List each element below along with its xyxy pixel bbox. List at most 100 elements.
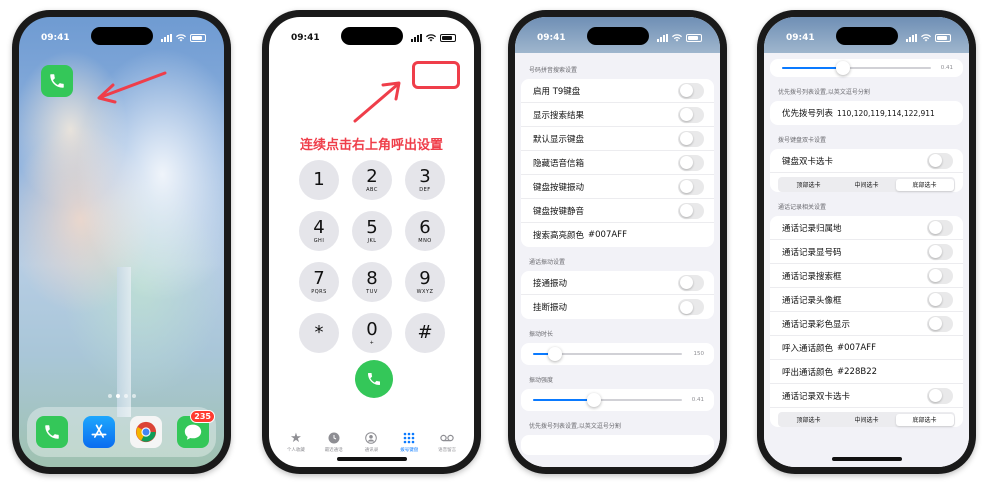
- toggle-switch[interactable]: [927, 243, 953, 260]
- key-letters: PQRS: [311, 288, 327, 295]
- toggle-switch[interactable]: [927, 219, 953, 236]
- section-title-dual-sim: 拨号键盘双卡设置: [778, 137, 827, 144]
- phone-app-icon[interactable]: [41, 65, 73, 97]
- key-digit: 4: [313, 216, 325, 238]
- setting-row-highlight-color[interactable]: 搜索高亮颜色 #007AFF: [521, 223, 714, 247]
- wifi-icon: [921, 34, 931, 42]
- setting-label: 接通振动: [533, 278, 568, 289]
- slider-fill: [533, 399, 595, 401]
- status-time: 09:41: [41, 33, 70, 43]
- toggle-switch[interactable]: [678, 178, 704, 195]
- keypad-key[interactable]: 3 DEF: [405, 160, 445, 200]
- tab-label: 通讯录: [364, 448, 379, 453]
- settings-screen-2: 09:41 0.41 优先拨号列表设置,以英文逗号分割 优先拨号列表 110,1…: [764, 17, 969, 467]
- setting-row-incoming-color[interactable]: 呼入通话颜色 #007AFF: [770, 336, 963, 360]
- setting-value: 110,120,119,114,122,911: [837, 108, 935, 118]
- toggle-switch[interactable]: [678, 130, 704, 147]
- key-digit: 3: [419, 165, 431, 187]
- phone-handset-icon: [50, 74, 64, 88]
- segment-bottom[interactable]: 底部选卡: [895, 178, 954, 191]
- tab-keypad[interactable]: 拨号键盘: [392, 431, 426, 453]
- tab-recents[interactable]: 最近通话: [317, 431, 351, 453]
- key-letters: MNO: [418, 237, 432, 244]
- intensity-slider[interactable]: [782, 61, 931, 75]
- key-digit: 9: [419, 267, 431, 289]
- tab-voicemail[interactable]: 语音留言: [430, 431, 464, 453]
- toggle-switch[interactable]: [927, 387, 953, 404]
- priority-list-field[interactable]: 优先拨号列表 110,120,119,114,122,911: [770, 101, 963, 125]
- section-title-vibration: 通话振动设置: [529, 259, 566, 266]
- screenshot-collage: 09:41 235 09:41 连续点击右上角呼出设置 1 2 ABC 3 DE…: [0, 0, 988, 485]
- tab-contacts[interactable]: 通讯录: [354, 431, 388, 453]
- key-digit: 6: [419, 216, 431, 238]
- settings-group-intensity: 0.41: [521, 389, 714, 411]
- setting-label: 通话记录显号码: [782, 247, 842, 258]
- phone-home-screen: 09:41 235: [12, 10, 231, 474]
- setting-value: #007AFF: [837, 342, 876, 353]
- section-title-duration: 振动时长: [529, 331, 554, 338]
- toggle-switch[interactable]: [927, 291, 953, 308]
- keypad-key[interactable]: 2 ABC: [352, 160, 392, 200]
- slider-value: 0.41: [691, 397, 704, 403]
- segment-top[interactable]: 顶部选卡: [780, 179, 838, 191]
- setting-label: 键盘按键静音: [533, 206, 585, 217]
- clock-icon: [327, 431, 341, 445]
- segment-top[interactable]: 顶部选卡: [780, 414, 838, 426]
- toggle-switch[interactable]: [678, 82, 704, 99]
- dock-chrome[interactable]: [130, 416, 162, 448]
- toggle-switch[interactable]: [678, 106, 704, 123]
- toggle-switch[interactable]: [678, 299, 704, 315]
- keypad-key[interactable]: 8 TUV: [352, 262, 392, 302]
- phone-dialer: 09:41 连续点击右上角呼出设置 1 2 ABC 3 DEF 4 GHI 5 JKL 6 MNO 7…: [262, 10, 481, 474]
- wifi-icon: [672, 34, 682, 42]
- segment-middle[interactable]: 中间选卡: [838, 179, 896, 191]
- key-letters: DEF: [419, 186, 431, 193]
- setting-label: 默认显示键盘: [533, 134, 585, 145]
- tab-favorites[interactable]: ★ 个人收藏: [279, 431, 313, 454]
- key-digit: 5: [366, 216, 378, 238]
- phone-handset-icon: [45, 425, 59, 439]
- slider-knob[interactable]: [548, 347, 563, 361]
- dynamic-island: [586, 27, 649, 45]
- setting-row-outgoing-color[interactable]: 呼出通话颜色 #228B22: [770, 360, 963, 384]
- phone-handset-icon: [368, 373, 380, 385]
- duration-slider[interactable]: [533, 347, 682, 361]
- toggle-switch[interactable]: [927, 315, 953, 332]
- settings-trigger-hotspot[interactable]: [412, 61, 460, 89]
- toggle-switch[interactable]: [678, 154, 704, 171]
- tab-label: 拨号键盘: [400, 448, 419, 453]
- toggle-switch[interactable]: [927, 267, 953, 284]
- keypad-key[interactable]: 6 MNO: [405, 211, 445, 251]
- keypad-key[interactable]: 7 PQRS: [299, 262, 339, 302]
- intensity-slider[interactable]: [533, 393, 682, 407]
- setting-label: 呼出通话颜色: [782, 367, 834, 378]
- segment-bottom[interactable]: 底部选卡: [895, 413, 954, 426]
- keypad-key[interactable]: 9 WXYZ: [405, 262, 445, 302]
- key-letters: TUV: [366, 288, 378, 295]
- dock-messages[interactable]: 235: [177, 410, 215, 448]
- slider-knob[interactable]: [587, 393, 602, 407]
- dock-app-store[interactable]: [83, 416, 115, 448]
- toggle-switch[interactable]: [678, 202, 704, 219]
- keypad-key[interactable]: *: [299, 313, 339, 353]
- toggle-switch[interactable]: [678, 274, 704, 291]
- keypad-key[interactable]: 5 JKL: [352, 211, 392, 251]
- intensity-slider-row: 0.41: [770, 59, 963, 77]
- keypad-key[interactable]: #: [405, 313, 445, 353]
- toggle-switch[interactable]: [927, 152, 953, 169]
- setting-row-t9: 启用 T9键盘: [521, 79, 714, 103]
- home-indicator: [336, 457, 407, 461]
- setting-row-search-box: 通话记录搜索框: [770, 264, 963, 288]
- settings-group-dual-sim: 键盘双卡选卡 顶部选卡 中间选卡 底部选卡: [770, 149, 963, 192]
- keypad-key[interactable]: 4 GHI: [299, 211, 339, 251]
- segment-middle[interactable]: 中间选卡: [838, 414, 896, 426]
- slider-knob[interactable]: [836, 61, 851, 75]
- keypad-key[interactable]: 1: [299, 160, 339, 200]
- battery-icon: [440, 34, 456, 42]
- settings-sheet: 号码拼音搜索设置 启用 T9键盘 显示搜索结果 默认显示键盘 隐藏语音信箱 键盘…: [515, 53, 720, 467]
- call-button[interactable]: [355, 360, 393, 398]
- dock-phone-app[interactable]: [36, 416, 68, 448]
- section-title-call-log: 通话记录相关设置: [778, 204, 827, 211]
- keypad-key[interactable]: 0 +: [352, 313, 392, 353]
- setting-row-key-vibration: 键盘按键振动: [521, 175, 714, 199]
